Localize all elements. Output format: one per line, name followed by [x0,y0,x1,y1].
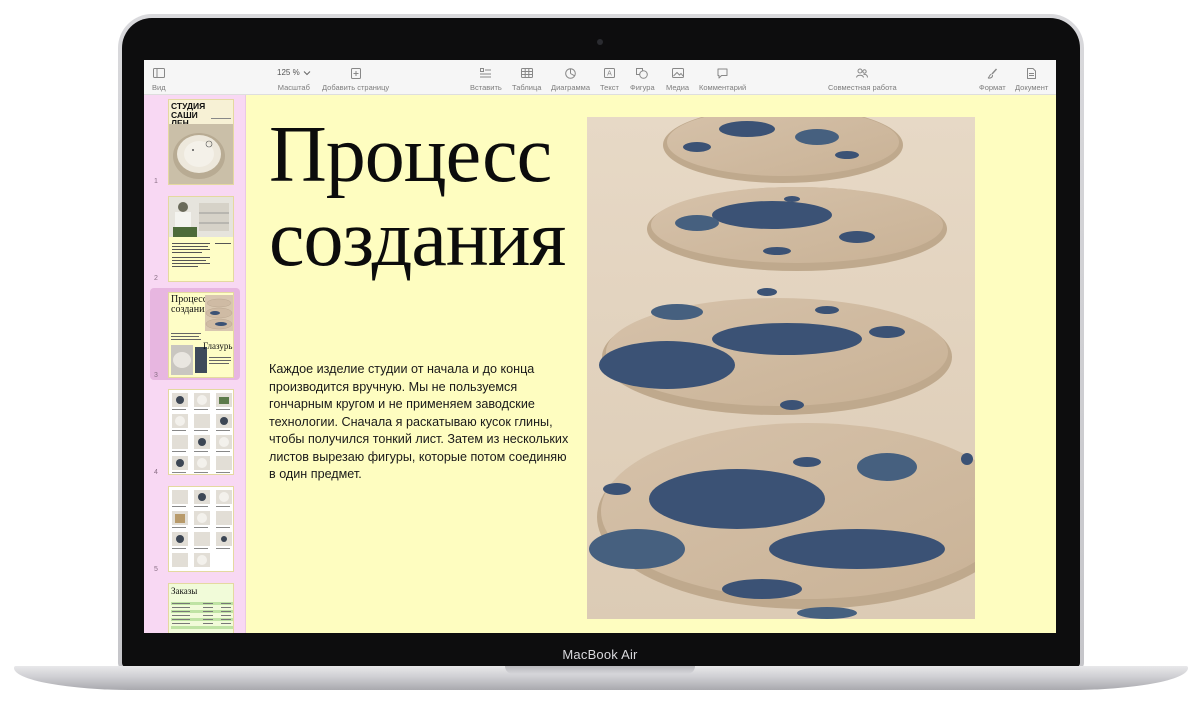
chart-icon [565,66,576,80]
shape-button[interactable]: Фигура [630,66,655,92]
table-label: Таблица [512,83,542,92]
document-label: Документ [1015,83,1049,92]
media-button[interactable]: Медиа [666,66,689,92]
thumbnail-subtitle: Глазурь [203,341,233,351]
chart-button[interactable]: Диаграмма [551,66,590,92]
shape-label: Фигура [630,83,655,92]
table-button[interactable]: Таблица [512,66,541,92]
page-number: 4 [154,469,158,476]
paintbrush-icon [987,66,998,80]
comment-button[interactable]: Комментарий [699,66,746,92]
format-button[interactable]: Формат [979,66,1006,92]
collaborate-label: Совместная работа [828,83,897,92]
catalog-grid [172,490,232,567]
zoom-control[interactable]: 125 % Масштаб [277,66,311,92]
thumbnail-catalog-page [168,486,234,572]
add-page-label: Добавить страницу [322,83,390,92]
page-number: 3 [154,372,158,379]
thumbnail-artist-page [168,196,234,282]
collaborate-button[interactable]: Совместная работа [828,66,897,92]
chevron-down-icon [303,71,311,76]
catalog-grid [172,393,232,473]
thumbnail-images [171,295,233,375]
zoom-value-row: 125 % [277,66,311,80]
thumbnail-cover: СТУДИЯ САШИ ЛЕН [168,99,234,185]
insert-button[interactable]: Вставить [470,66,502,92]
laptop-notch [505,666,695,674]
text-label: Текст [600,83,619,92]
artist-photo [169,197,233,267]
document-page[interactable]: Процесс создания Каждое изделие студии о… [247,95,1056,633]
format-label: Формат [979,83,1006,92]
shape-icon [636,66,649,80]
document-button[interactable]: Документ [1015,66,1048,92]
device-brand: MacBook Air [562,647,638,662]
page-number: 2 [154,275,158,282]
page-number: 1 [154,178,158,185]
zoom-label: Масштаб [277,83,310,92]
comment-label: Комментарий [699,83,747,92]
zoom-value: 125 % [277,68,300,77]
title-line-1: Процесс [269,111,552,199]
thumbnail-process-page: Процесс создания Глазурь [168,292,234,378]
page-title: Процесс создания [269,113,739,281]
thumbnail-title: Заказы [171,586,198,596]
svg-text:A: A [607,71,612,78]
orders-table [171,602,233,629]
collaborate-icon [856,66,869,80]
comment-icon [717,66,728,80]
add-page-icon [350,66,361,80]
insert-label: Вставить [470,83,502,92]
page-number: 5 [154,566,158,573]
app-window: Вид 125 % Масштаб Добавить страницу Вста… [144,60,1056,633]
media-label: Медиа [666,83,690,92]
add-page-button[interactable]: Добавить страницу [322,66,389,92]
page-thumbnails-sidebar: 1 СТУДИЯ САШИ ЛЕН 2 3 Процесс создания Г… [144,95,246,633]
toolbar: Вид 125 % Масштаб Добавить страницу Вста… [144,60,1056,95]
title-line-2: создания [269,195,566,283]
thumbnail-caption-line [211,118,231,119]
document-icon [1027,66,1037,80]
media-icon [671,66,684,80]
thumbnail-catalog-page [168,389,234,475]
bowl-image [169,124,233,184]
view-label: Вид [152,83,166,92]
text-icon: A [603,66,615,80]
table-icon [520,66,533,80]
camera-icon [597,39,603,45]
sidebar-icon [152,66,165,80]
chart-label: Диаграмма [551,83,591,92]
text-button[interactable]: A Текст [600,66,619,92]
insert-icon [480,66,492,80]
view-button[interactable]: Вид [152,66,166,92]
body-paragraph[interactable]: Каждое изделие студии от начала и до кон… [269,361,569,484]
thumbnail-orders-page: Заказы [168,583,234,633]
